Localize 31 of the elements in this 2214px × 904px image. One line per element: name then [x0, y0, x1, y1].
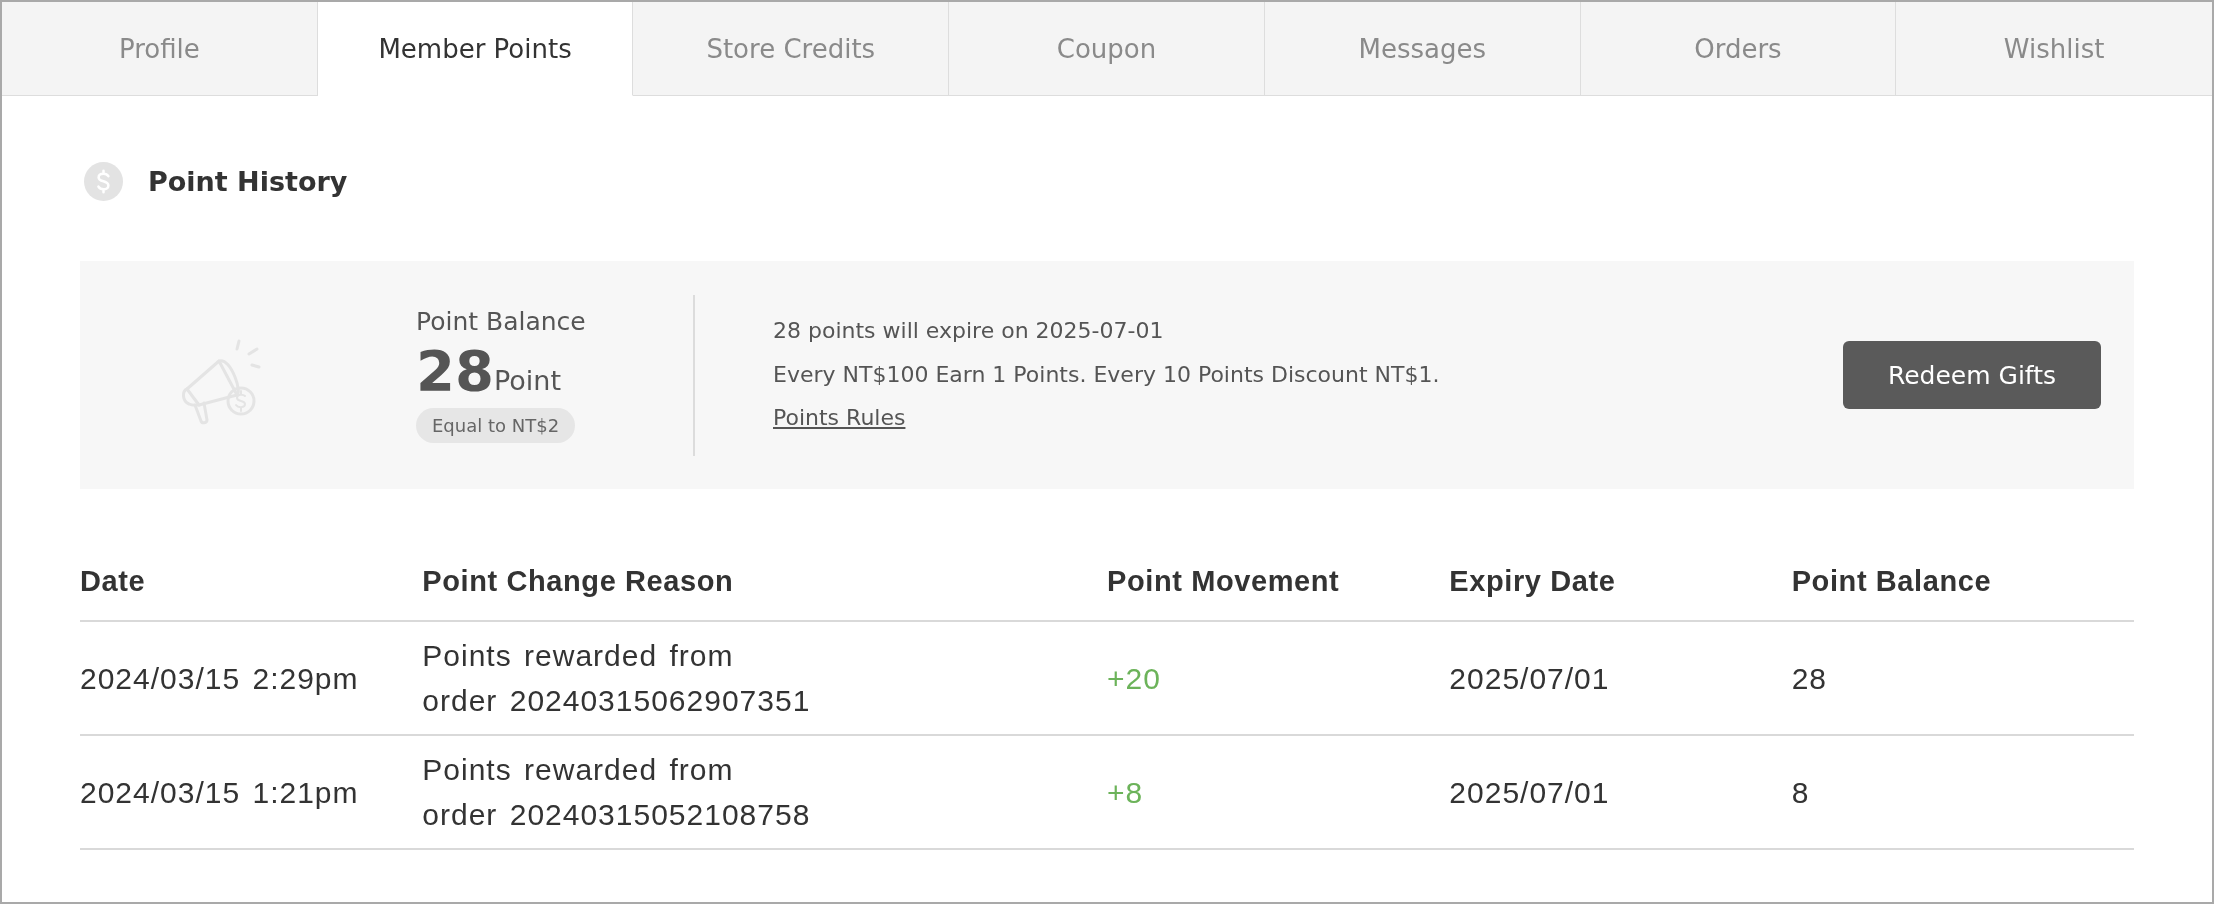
table-cell-text: 2025/07/01 — [1449, 774, 1610, 811]
table-cell-text: Points rewarded from order 20240315062907351 — [422, 638, 812, 719]
column-header: Expiry Date — [1449, 559, 1792, 622]
table-cell-text: 2025/07/01 — [1449, 660, 1610, 697]
info-note: 28 points will expire on 2025-07-01 — [773, 316, 1164, 345]
tab[interactable]: Store Credits — [633, 2, 950, 96]
tab[interactable]: Messages — [1264, 2, 1581, 96]
tab[interactable]: Orders — [1580, 2, 1897, 96]
column-header: Point Movement — [1107, 559, 1450, 622]
table-cell-text: 2024/03/15 2:29pm — [80, 660, 359, 697]
redeem-button[interactable]: Redeem Gifts — [1843, 341, 2101, 409]
column-header: Point Balance — [1791, 559, 2134, 622]
table-cell-text: +8 — [1107, 774, 1144, 811]
equivalent-badge: Equal to NT$2 — [416, 407, 576, 443]
table-cell-text: 28 — [1791, 660, 1828, 697]
points-value: 28 — [416, 340, 494, 402]
points-unit: Point — [493, 365, 561, 397]
tab[interactable]: Wishlist — [1896, 2, 2212, 96]
section-title: Point History — [148, 166, 348, 197]
info-note: Every NT$100 Earn 1 Points. Every 10 Points Discount NT$1. — [773, 360, 1440, 389]
rules-link[interactable]: Points Rules — [773, 403, 906, 435]
tab[interactable]: Profile — [2, 2, 318, 96]
tab[interactable]: Coupon — [949, 2, 1265, 96]
balance-label: Point Balance — [416, 307, 586, 337]
column-header: Date — [80, 559, 423, 622]
table-cell-text: 2024/03/15 1:21pm — [80, 774, 359, 811]
dollar-coin-icon — [84, 162, 123, 201]
column-header: Point Change Reason — [422, 559, 1107, 622]
table-cell-text: 8 — [1791, 774, 1810, 811]
table-cell-text: Points rewarded from order 20240315052108758 — [422, 752, 812, 833]
table-cell-text: +20 — [1107, 660, 1161, 697]
